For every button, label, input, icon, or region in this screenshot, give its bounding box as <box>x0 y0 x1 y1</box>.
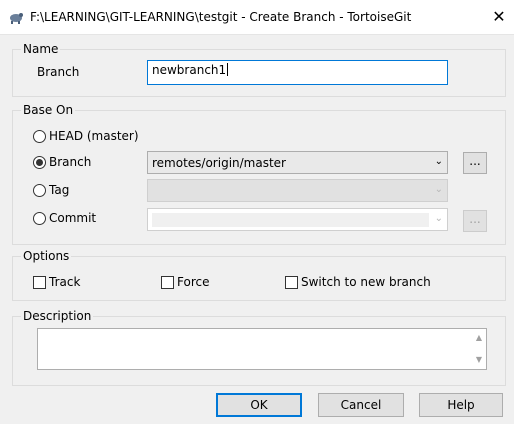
description-textarea[interactable]: ▲ ▼ <box>37 328 487 370</box>
name-group-label: Name <box>21 42 61 56</box>
tag-select[interactable]: ⌄ <box>147 179 448 202</box>
force-label[interactable]: Force <box>177 275 209 289</box>
radio-branch[interactable] <box>33 156 46 169</box>
radio-tag[interactable] <box>33 184 46 197</box>
scroll-down-icon[interactable]: ▼ <box>476 355 482 364</box>
branch-name-label: Branch <box>37 65 80 79</box>
radio-head[interactable] <box>33 130 46 143</box>
help-button[interactable]: Help <box>419 393 503 417</box>
title-bar: F:\LEARNING\GIT-LEARNING\testgit - Creat… <box>0 0 514 35</box>
radio-head-label[interactable]: HEAD (master) <box>49 129 139 143</box>
radio-branch-label[interactable]: Branch <box>49 155 91 169</box>
track-checkbox[interactable] <box>33 276 46 289</box>
tortoisegit-icon <box>10 13 23 24</box>
description-group-label: Description <box>21 309 94 323</box>
text-caret <box>227 63 229 76</box>
commit-select[interactable]: ⌄ <box>147 208 448 231</box>
radio-selected-dot <box>36 159 43 166</box>
radio-tag-label[interactable]: Tag <box>49 183 69 197</box>
switch-branch-label[interactable]: Switch to new branch <box>301 275 431 289</box>
switch-branch-checkbox[interactable] <box>285 276 298 289</box>
radio-commit-label[interactable]: Commit <box>49 211 96 225</box>
cancel-button[interactable]: Cancel <box>318 393 404 417</box>
branch-select[interactable]: remotes/origin/master ⌄ <box>147 151 448 174</box>
options-group: Options <box>12 249 506 301</box>
branch-browse-button[interactable]: ... <box>463 152 487 174</box>
options-group-label: Options <box>21 249 72 263</box>
commit-browse-button[interactable]: ... <box>463 210 487 232</box>
force-checkbox[interactable] <box>161 276 174 289</box>
chevron-down-icon: ⌄ <box>434 213 443 224</box>
commit-select-field <box>152 213 429 227</box>
ok-button[interactable]: OK <box>216 393 302 417</box>
close-icon[interactable]: ✕ <box>488 6 510 28</box>
radio-commit[interactable] <box>33 212 46 225</box>
chevron-down-icon: ⌄ <box>434 156 443 167</box>
window-title: F:\LEARNING\GIT-LEARNING\testgit - Creat… <box>30 10 412 24</box>
branch-select-value: remotes/origin/master <box>152 156 286 170</box>
chevron-down-icon: ⌄ <box>434 184 443 195</box>
scroll-up-icon[interactable]: ▲ <box>476 333 482 342</box>
branch-name-input[interactable]: newbranch1 <box>147 60 448 85</box>
base-on-group-label: Base On <box>21 103 76 117</box>
track-label[interactable]: Track <box>49 275 80 289</box>
branch-name-value: newbranch1 <box>152 63 227 77</box>
